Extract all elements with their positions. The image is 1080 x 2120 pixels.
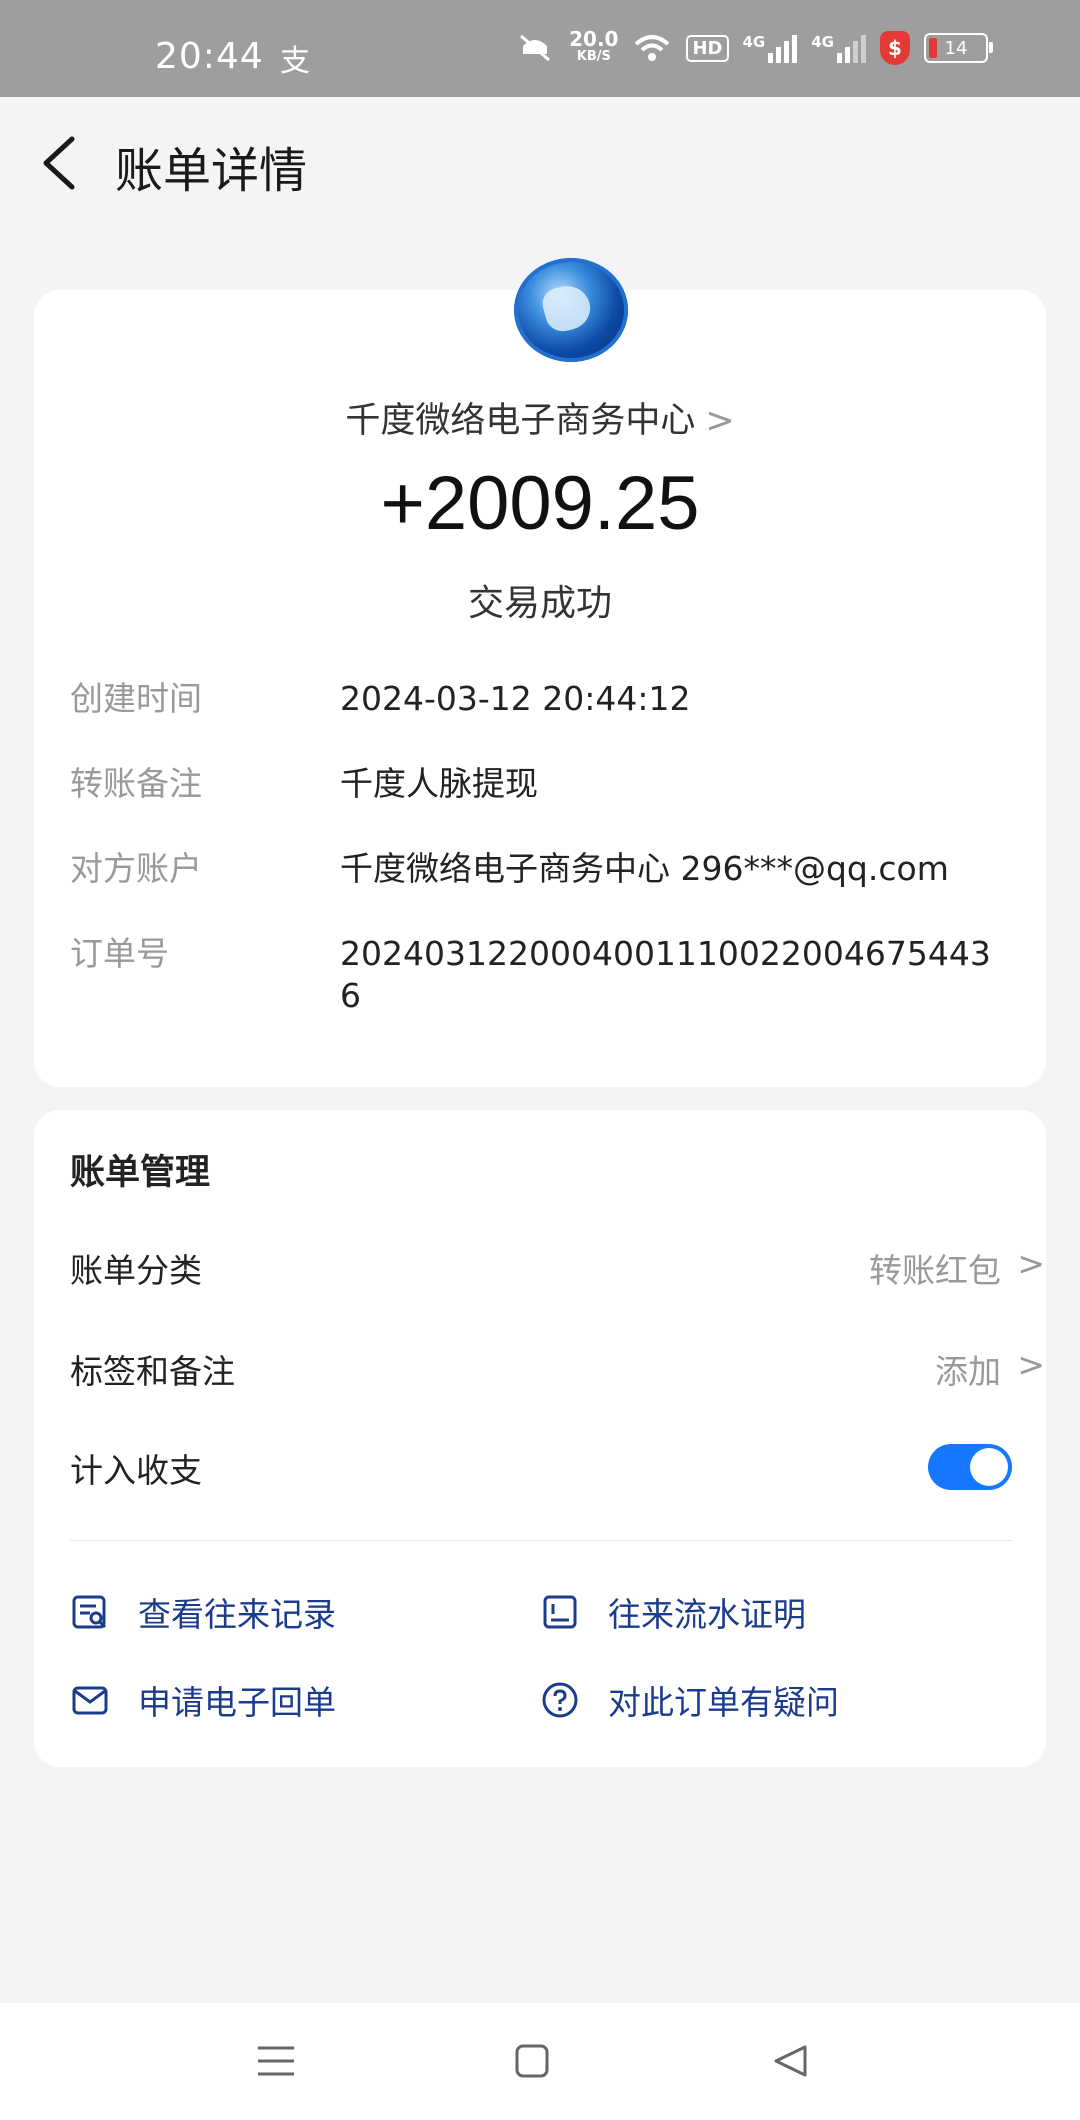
e-receipt-link[interactable]: 申请电子回单 bbox=[70, 1676, 336, 1724]
signal-icon-1: 4G bbox=[743, 33, 798, 63]
section-title: 账单管理 bbox=[70, 1153, 211, 1193]
chevron-right-icon: > bbox=[1017, 1345, 1045, 1384]
back-triangle-icon[interactable] bbox=[772, 2043, 808, 2079]
tags-notes-label: 标签和备注 bbox=[70, 1352, 235, 1391]
transaction-amount: +2009.25 bbox=[380, 461, 700, 546]
order-question-label: 对此订单有疑问 bbox=[608, 1683, 839, 1722]
security-shield-icon: $ bbox=[880, 31, 910, 65]
tags-notes-row[interactable]: 标签和备注 添加 > bbox=[70, 1345, 1045, 1393]
chevron-right-icon: > bbox=[705, 401, 735, 441]
statement-proof-link[interactable]: 往来流水证明 bbox=[540, 1588, 806, 1636]
status-time: 20:44 bbox=[155, 36, 264, 77]
battery-level: 14 bbox=[944, 37, 968, 59]
detail-label: 转账备注 bbox=[70, 764, 202, 803]
back-arrow-icon[interactable] bbox=[38, 133, 84, 193]
hd-icon: HD bbox=[686, 34, 729, 62]
signal-1-label: 4G bbox=[742, 33, 766, 51]
bill-category-row[interactable]: 账单分类 转账红包 > bbox=[70, 1244, 1045, 1292]
include-in-budget-toggle[interactable] bbox=[928, 1444, 1012, 1490]
question-circle-icon bbox=[542, 1682, 578, 1718]
detail-label: 创建时间 bbox=[70, 679, 202, 718]
statement-proof-label: 往来流水证明 bbox=[608, 1595, 806, 1634]
detail-label: 对方账户 bbox=[70, 849, 202, 888]
menu-icon[interactable] bbox=[256, 2043, 296, 2079]
bill-management-card: 账单管理 账单分类 转账红包 > 标签和备注 添加 > 计入收支 查看往来记录 … bbox=[34, 1110, 1046, 1767]
bill-category-label: 账单分类 bbox=[70, 1251, 202, 1290]
wifi-icon bbox=[635, 35, 670, 61]
mail-icon bbox=[72, 1686, 108, 1715]
merchant-name: 千度微络电子商务中心 bbox=[345, 401, 696, 441]
home-icon[interactable] bbox=[514, 2043, 550, 2079]
app-header: 账单详情 bbox=[0, 97, 1080, 227]
detail-value: 千度人脉提现 bbox=[340, 764, 538, 803]
view-records-label: 查看往来记录 bbox=[138, 1595, 336, 1634]
transaction-status: 交易成功 bbox=[467, 583, 612, 624]
network-speed-value: 20.0 bbox=[569, 27, 619, 51]
view-records-link[interactable]: 查看往来记录 bbox=[70, 1588, 336, 1636]
tags-notes-value: 添加 bbox=[935, 1352, 1001, 1391]
detail-label: 订单号 bbox=[70, 934, 169, 973]
merchant-name-link[interactable]: 千度微络电子商务中心 > bbox=[34, 392, 1046, 443]
detail-row-created-time: 创建时间 2024-03-12 20:44:12 bbox=[70, 678, 1030, 720]
alipay-notification-icon: 支 bbox=[280, 44, 310, 79]
status-bar: 20:44 支 20.0 KB/S HD 4G 4G $ 14 bbox=[0, 0, 1080, 97]
include-in-budget-row: 计入收支 bbox=[70, 1444, 1045, 1492]
status-icons: 20.0 KB/S HD 4G 4G $ 14 bbox=[515, 27, 993, 66]
detail-row-counterparty: 对方账户 千度微络电子商务中心 296***@qq.com bbox=[70, 848, 1030, 890]
detail-value: 20240312200040011100220046754436 bbox=[340, 934, 991, 1015]
signal-icon-2: 4G bbox=[811, 33, 866, 63]
detail-rows: 创建时间 2024-03-12 20:44:12 转账备注 千度人脉提现 对方账… bbox=[70, 678, 1030, 1060]
detail-value: 2024-03-12 20:44:12 bbox=[340, 679, 691, 718]
detail-row-transfer-note: 转账备注 千度人脉提现 bbox=[70, 763, 1030, 805]
include-in-budget-label: 计入收支 bbox=[70, 1451, 202, 1490]
merchant-avatar bbox=[514, 258, 628, 362]
chevron-right-icon: > bbox=[1017, 1244, 1045, 1283]
document-icon bbox=[543, 1595, 577, 1629]
network-speed: 20.0 KB/S bbox=[569, 27, 619, 66]
mute-icon bbox=[520, 34, 551, 62]
detail-value: 千度微络电子商务中心 296***@qq.com bbox=[340, 849, 949, 888]
system-nav-bar bbox=[0, 2003, 1080, 2120]
divider bbox=[70, 1540, 1012, 1541]
e-receipt-label: 申请电子回单 bbox=[138, 1683, 336, 1722]
battery-icon: 14 bbox=[924, 33, 993, 63]
order-question-link[interactable]: 对此订单有疑问 bbox=[540, 1676, 839, 1724]
transaction-detail-card: 千度微络电子商务中心 > +2009.25 交易成功 创建时间 2024-03-1… bbox=[34, 258, 1046, 1087]
bill-category-value: 转账红包 bbox=[869, 1251, 1001, 1290]
signal-2-label: 4G bbox=[811, 33, 834, 51]
page-title: 账单详情 bbox=[115, 143, 308, 199]
detail-row-order-number: 订单号 20240312200040011100220046754436 bbox=[70, 933, 1030, 1017]
record-list-icon bbox=[72, 1595, 107, 1629]
